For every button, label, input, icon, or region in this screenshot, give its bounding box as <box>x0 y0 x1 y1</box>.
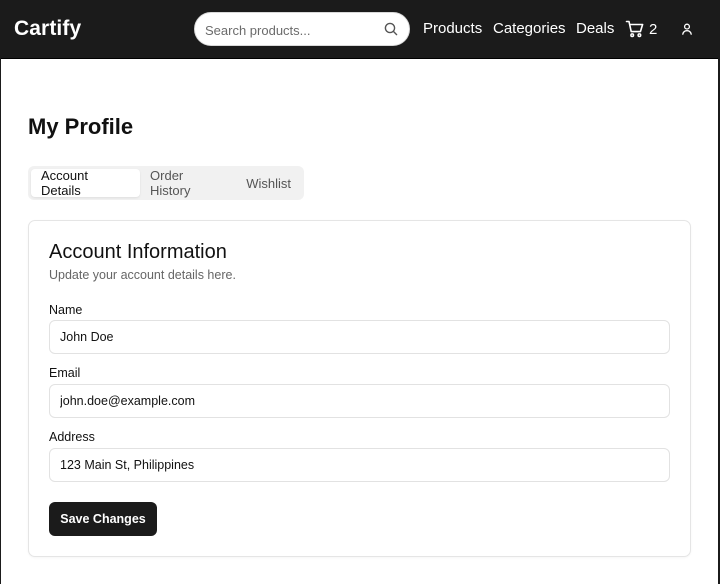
card-title: Account Information <box>49 241 227 263</box>
nav-link-products[interactable]: Products <box>423 20 482 37</box>
search-icon[interactable] <box>383 21 399 37</box>
cart-count-badge: 2 <box>649 20 658 38</box>
tab-account-details[interactable]: Account Details <box>31 168 141 198</box>
cart-button[interactable]: 2 <box>625 19 657 39</box>
top-navbar: Cartify Products Categories Deals 2 <box>0 0 720 59</box>
search-box[interactable] <box>194 12 410 46</box>
page-title: My Profile <box>28 114 134 139</box>
tab-wishlist[interactable]: Wishlist <box>236 169 301 197</box>
card-subtitle: Update your account details here. <box>49 268 236 282</box>
cart-icon <box>625 20 644 38</box>
nav-link-deals[interactable]: Deals <box>576 20 614 37</box>
account-information-card: Account Information Update your account … <box>28 220 691 557</box>
email-label: Email <box>49 366 81 380</box>
address-field[interactable] <box>49 448 670 482</box>
email-field[interactable] <box>49 384 670 418</box>
address-label: Address <box>49 430 95 444</box>
user-icon[interactable] <box>680 22 694 36</box>
tab-order-history[interactable]: Order History <box>140 168 236 198</box>
profile-tabs: Account Details Order History Wishlist <box>28 166 304 200</box>
search-input[interactable] <box>205 21 375 39</box>
name-label: Name <box>49 303 83 317</box>
nav-link-categories[interactable]: Categories <box>493 20 566 37</box>
name-field[interactable] <box>49 320 670 354</box>
save-changes-button[interactable]: Save Changes <box>49 502 157 536</box>
brand-logo[interactable]: Cartify <box>14 17 81 41</box>
